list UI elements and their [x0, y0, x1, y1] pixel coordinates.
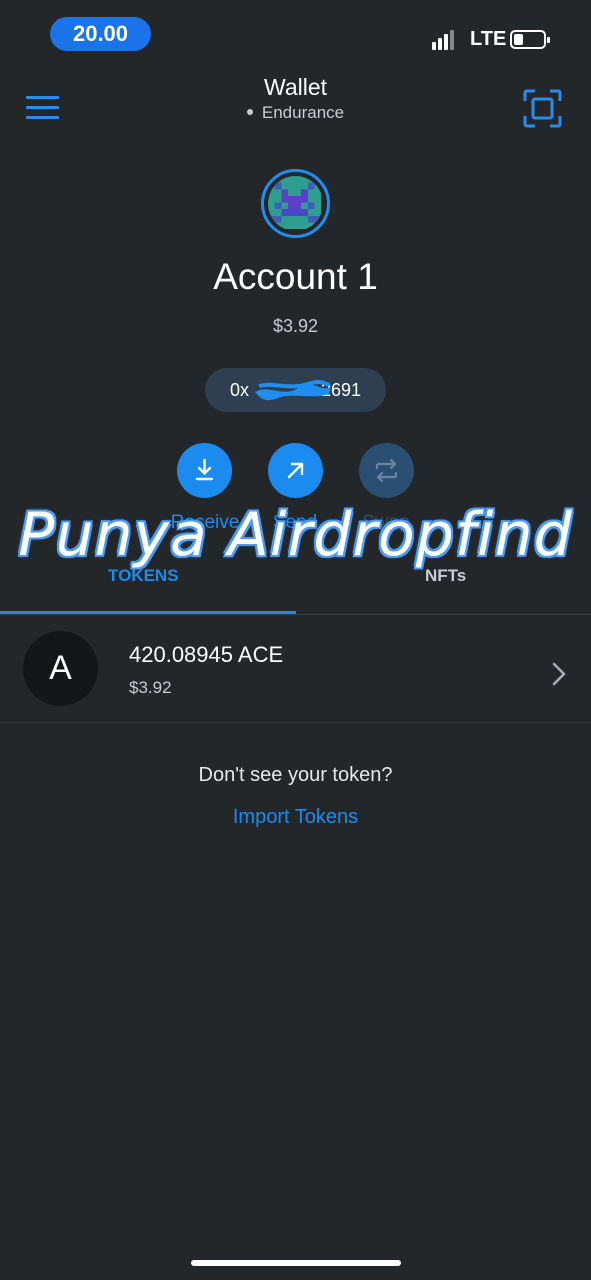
qr-scan-icon[interactable]: [523, 89, 562, 128]
token-amount: 420.08945 ACE: [129, 642, 284, 667]
network-type: LTE: [470, 28, 507, 50]
token-value: $3.92: [129, 678, 172, 697]
token-row[interactable]: A 420.08945 ACE $3.92: [0, 615, 591, 722]
account-avatar[interactable]: [261, 169, 330, 238]
account-address[interactable]: 0x 2691: [205, 368, 386, 412]
network-indicator[interactable]: Endurance: [0, 103, 591, 123]
active-tab-indicator: [0, 611, 296, 614]
token-avatar: A: [23, 631, 98, 706]
network-name: Endurance: [261, 103, 345, 122]
signal-icon: [432, 30, 462, 50]
account-name[interactable]: Account 1: [0, 256, 591, 298]
import-tokens-link[interactable]: Import Tokens: [0, 806, 591, 829]
status-time: 20.00: [50, 17, 151, 51]
download-icon: [195, 458, 214, 481]
network-status-dot: [246, 108, 253, 115]
home-indicator[interactable]: [191, 1260, 401, 1266]
swap-icon: [375, 458, 398, 483]
identicon-icon: [268, 176, 321, 229]
arrow-up-right-icon: [287, 462, 304, 479]
receive-button[interactable]: [177, 443, 232, 498]
battery-icon: [510, 30, 550, 49]
token-row-divider: [0, 722, 591, 723]
chevron-right-icon: [552, 662, 566, 686]
swap-button[interactable]: [359, 443, 414, 498]
status-bar: 20.00 LTE: [0, 0, 591, 70]
redaction-scribble: [255, 380, 331, 401]
send-button[interactable]: [268, 443, 323, 498]
account-balance: $3.92: [272, 316, 319, 336]
page-title: Wallet: [263, 74, 328, 100]
watermark-text: Punya Airdropfind: [18, 500, 573, 570]
missing-token-prompt: Don't see your token?: [198, 764, 393, 786]
